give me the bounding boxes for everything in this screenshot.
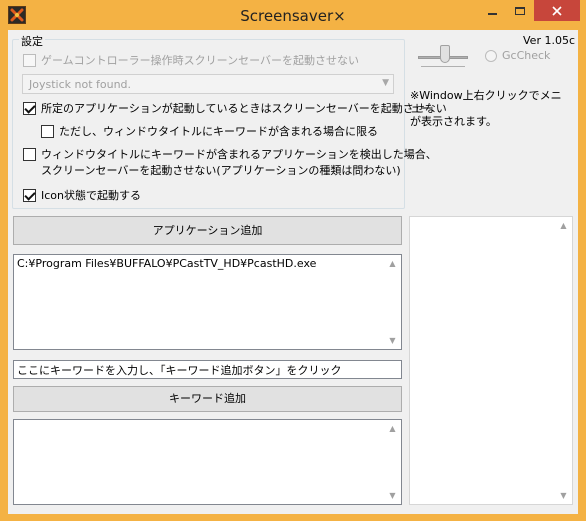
- scroll-up-icon[interactable]: ▲: [384, 420, 401, 437]
- sensitivity-slider[interactable]: [418, 42, 474, 70]
- gamecontroller-option[interactable]: ゲームコントローラー操作時スクリーンセーバーを起動させない: [23, 52, 359, 68]
- gamecontroller-checkbox[interactable]: [23, 53, 36, 67]
- scroll-down-icon[interactable]: ▼: [384, 332, 401, 349]
- keyword-input[interactable]: [13, 360, 402, 379]
- gccheck-radio[interactable]: [485, 49, 497, 62]
- chevron-down-icon: ▼: [382, 78, 389, 88]
- scroll-up-icon[interactable]: ▲: [555, 217, 572, 234]
- scroll-down-icon[interactable]: ▼: [555, 487, 572, 504]
- settings-group-label: 設定: [19, 33, 45, 49]
- context-menu-note: ※Window上右クリックでメニュー が表示されます。: [410, 89, 570, 128]
- close-icon: [552, 5, 562, 16]
- settings-group: 設定 ゲームコントローラー操作時スクリーンセーバーを起動させない 所定のアプリケ…: [12, 33, 447, 209]
- scroll-down-icon[interactable]: ▼: [384, 487, 401, 504]
- window-title-only-checkbox[interactable]: [41, 124, 54, 138]
- app-running-option[interactable]: 所定のアプリケーションが起動しているときはスクリーンセーバーを起動させない: [23, 100, 447, 116]
- slider-thumb[interactable]: [440, 45, 450, 63]
- add-keyword-button[interactable]: キーワード追加: [13, 386, 402, 412]
- gccheck-option[interactable]: GcCheck: [485, 49, 550, 62]
- note-line2: が表示されます。: [410, 115, 497, 128]
- title-bar[interactable]: Screensaver×: [0, 0, 586, 30]
- detect-keyword-option[interactable]: ウィンドウタイトルにキーワードが含まれるアプリケーションを検出した場合、 スクリ…: [23, 147, 437, 179]
- maximize-button[interactable]: [506, 0, 534, 21]
- app-window: Screensaver× 設定 ゲームコントローラー操作時スクリーンセーバーを起…: [0, 0, 586, 521]
- close-button[interactable]: [534, 0, 580, 21]
- slider-ticks: [421, 66, 465, 67]
- gamecontroller-label: ゲームコントローラー操作時スクリーンセーバーを起動させない: [41, 54, 360, 67]
- window-title-only-option[interactable]: ただし、ウィンドウタイトルにキーワードが含まれる場合に限る: [41, 123, 378, 139]
- application-list-scrollbar[interactable]: ▲ ▼: [384, 255, 401, 349]
- detect-keyword-label-line1: ウィンドウタイトルにキーワードが含まれるアプリケーションを検出した場合、: [41, 148, 437, 161]
- client-area: 設定 ゲームコントローラー操作時スクリーンセーバーを起動させない 所定のアプリケ…: [8, 30, 578, 514]
- icon-state-checkbox[interactable]: [23, 188, 36, 202]
- joystick-select-value: Joystick not found.: [29, 78, 132, 91]
- version-label: Ver 1.05c: [523, 34, 575, 47]
- application-list-text: C:¥Program Files¥BUFFALO¥PCastTV_HD¥Pcas…: [17, 257, 317, 270]
- detect-keyword-label-line2: スクリーンセーバーを起動させない(アプリケーションの種類は問わない): [41, 164, 401, 177]
- detect-keyword-checkbox[interactable]: [23, 148, 36, 161]
- window-title-only-label: ただし、ウィンドウタイトルにキーワードが含まれる場合に限る: [59, 125, 378, 138]
- icon-state-option[interactable]: Icon状態で起動する: [23, 187, 141, 203]
- keyword-list[interactable]: ▲ ▼: [13, 419, 402, 505]
- keyword-input-field[interactable]: [14, 361, 401, 378]
- app-running-checkbox[interactable]: [23, 101, 36, 115]
- keyword-list-scrollbar[interactable]: ▲ ▼: [384, 420, 401, 504]
- side-list[interactable]: ▲ ▼: [409, 216, 573, 505]
- side-list-scrollbar[interactable]: ▲ ▼: [555, 217, 572, 504]
- app-running-label: 所定のアプリケーションが起動しているときはスクリーンセーバーを起動させない: [41, 102, 447, 115]
- note-line1: ※Window上右クリックでメニュー: [410, 89, 562, 115]
- minimize-icon: [487, 12, 497, 15]
- joystick-select[interactable]: Joystick not found. ▼: [22, 74, 394, 94]
- add-application-button[interactable]: アプリケーション追加: [13, 216, 402, 245]
- gccheck-label: GcCheck: [502, 49, 551, 62]
- maximize-icon: [515, 6, 525, 15]
- icon-state-label: Icon状態で起動する: [41, 189, 141, 202]
- scroll-up-icon[interactable]: ▲: [384, 255, 401, 272]
- application-list[interactable]: C:¥Program Files¥BUFFALO¥PCastTV_HD¥Pcas…: [13, 254, 402, 350]
- minimize-button[interactable]: [478, 0, 506, 21]
